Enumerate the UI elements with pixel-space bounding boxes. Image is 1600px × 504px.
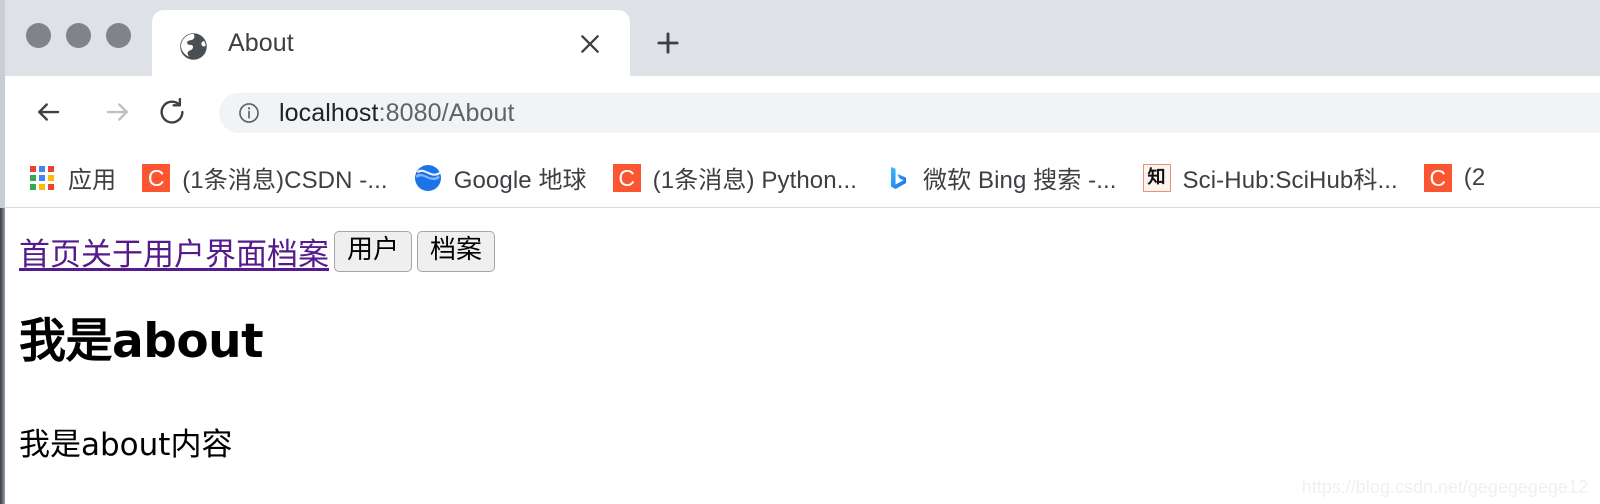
bing-icon (883, 164, 911, 192)
bookmark-label: (1条消息)CSDN -... (182, 167, 388, 194)
archive-button[interactable]: 档案 (417, 231, 496, 272)
bookmark-apps[interactable]: 应用 (22, 156, 122, 200)
page-body-text: 我是about内容 (19, 427, 233, 463)
address-bar-url: localhost:8080/About (279, 93, 515, 133)
window-left-edge-top (0, 0, 5, 208)
tab-strip: About (0, 0, 1600, 76)
browser-tab-about[interactable]: About (152, 10, 630, 76)
window-minimize-button[interactable] (66, 23, 91, 48)
page-navigation: 首页关于用户界面档案 用户 档案 (19, 229, 496, 274)
bookmark-label: Sci-Hub:SciHub科... (1182, 167, 1398, 194)
globe-icon (179, 32, 208, 61)
arrow-left-icon[interactable] (26, 90, 70, 134)
arrow-right-icon[interactable] (96, 90, 140, 134)
info-circle-icon[interactable] (238, 102, 260, 124)
zhihu-icon: 知 (1142, 163, 1171, 192)
csdn-icon: C (612, 163, 641, 192)
csdn-icon: C (1423, 163, 1452, 192)
bookmark-label: (1条消息) Python... (652, 167, 857, 194)
bookmarks-bar: 应用 C (1条消息)CSDN -... Google 地球 C (1条消息) (0, 148, 1600, 208)
close-icon[interactable] (574, 28, 606, 60)
page-title: 我是about (19, 314, 264, 369)
bookmark-label: 应用 (68, 167, 117, 194)
window-traffic-lights (26, 23, 131, 48)
browser-window: About localhost:8080/About 应用 C (1条消息)CS… (0, 0, 1600, 504)
watermark: https://blog.csdn.net/gegegegege12 (1301, 477, 1588, 497)
bookmark-google-earth[interactable]: Google 地球 (408, 156, 593, 200)
apps-grid-icon (28, 164, 56, 192)
bookmark-label: 微软 Bing 搜索 -... (923, 167, 1117, 194)
bookmark-bing[interactable]: 微软 Bing 搜索 -... (877, 156, 1123, 200)
url-path: :8080/About (378, 99, 515, 127)
bookmark-scihub[interactable]: 知 Sci-Hub:SciHub科... (1137, 156, 1404, 200)
new-tab-button[interactable] (648, 23, 688, 63)
bookmark-label: (2 (1463, 163, 1486, 191)
bookmark-csdn-3[interactable]: C (2 (1418, 156, 1492, 200)
google-earth-icon (414, 164, 442, 192)
user-button[interactable]: 用户 (334, 231, 413, 272)
page-nav-links[interactable]: 首页关于用户界面档案 (19, 229, 329, 274)
url-host: localhost (279, 99, 379, 127)
window-maximize-button[interactable] (106, 23, 131, 48)
bookmark-csdn-2[interactable]: C (1条消息) Python... (607, 156, 863, 200)
address-bar[interactable]: localhost:8080/About (219, 93, 1600, 133)
browser-toolbar: localhost:8080/About (0, 76, 1600, 148)
csdn-icon: C (142, 163, 171, 192)
page-content: 首页关于用户界面档案 用户 档案 我是about 我是about内容 https… (5, 209, 1600, 504)
bookmark-csdn-1[interactable]: C (1条消息)CSDN -... (136, 156, 394, 200)
reload-icon[interactable] (150, 90, 194, 134)
bookmark-label: Google 地球 (453, 167, 587, 194)
window-close-button[interactable] (26, 23, 51, 48)
tab-title: About (228, 29, 294, 57)
